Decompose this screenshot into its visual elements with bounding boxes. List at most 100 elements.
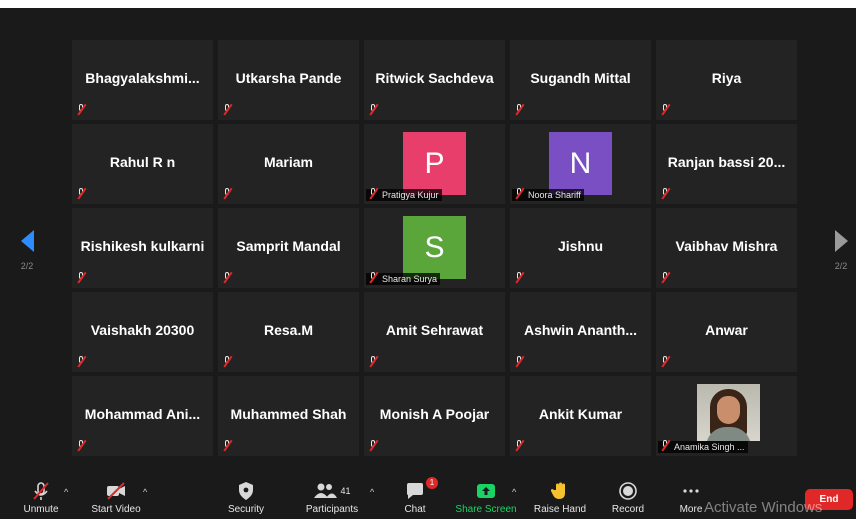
muted-microphone-icon <box>18 481 64 501</box>
participant-tile[interactable]: Mariam <box>218 124 359 204</box>
next-page-button[interactable]: 2/2 <box>826 230 856 271</box>
chevron-left-icon <box>20 230 34 252</box>
record-label: Record <box>611 504 645 515</box>
security-button[interactable]: Security <box>224 481 268 515</box>
participants-count: 41 <box>340 486 351 496</box>
raise-hand-icon <box>532 481 588 501</box>
participants-icon-group: 41 <box>300 481 364 501</box>
muted-mic-icon <box>222 188 233 199</box>
participant-tile[interactable]: Anwar <box>656 292 797 372</box>
shield-icon <box>224 481 268 501</box>
participant-name: Ranjan bassi 20... <box>667 154 786 170</box>
muted-mic-icon <box>660 272 671 283</box>
participant-name: Ritwick Sachdeva <box>375 70 494 86</box>
participant-tile[interactable]: Vaibhav Mishra <box>656 208 797 288</box>
participant-tile[interactable]: N Noora Shariff <box>510 124 651 204</box>
raise-hand-label: Raise Hand <box>533 504 587 515</box>
chat-unread-badge: 1 <box>426 477 438 489</box>
unmute-label: Unmute <box>23 504 59 515</box>
participants-options-caret-icon[interactable]: ^ <box>370 487 374 497</box>
participant-tile[interactable]: Ashwin Ananth... <box>510 292 651 372</box>
participant-tile[interactable]: Amit Sehrawat <box>364 292 505 372</box>
avatar: S <box>403 216 466 279</box>
participant-tile[interactable]: P Pratigya Kujur <box>364 124 505 204</box>
previous-page-button[interactable]: 2/2 <box>12 230 42 271</box>
participant-name: Anamika Singh ... <box>674 442 745 452</box>
video-off-icon <box>88 481 144 501</box>
participant-tile[interactable]: Rishikesh kulkarni <box>72 208 213 288</box>
muted-mic-icon <box>222 104 233 115</box>
participant-name: Resa.M <box>263 322 314 338</box>
muted-mic-icon <box>514 356 525 367</box>
video-options-caret-icon[interactable]: ^ <box>143 487 147 497</box>
participant-tile[interactable]: Rahul R n <box>72 124 213 204</box>
participant-tile[interactable]: Sugandh Mittal <box>510 40 651 120</box>
participant-tile[interactable]: Ritwick Sachdeva <box>364 40 505 120</box>
muted-mic-icon <box>514 104 525 115</box>
participant-name-label: Anamika Singh ... <box>658 440 748 453</box>
muted-mic-icon <box>222 440 233 451</box>
participant-name: Jishnu <box>557 238 604 254</box>
audio-options-caret-icon[interactable]: ^ <box>64 487 68 497</box>
participant-tile[interactable]: Riya <box>656 40 797 120</box>
muted-mic-icon <box>76 188 87 199</box>
muted-mic-icon <box>368 356 379 367</box>
avatar: N <box>549 132 612 195</box>
participant-tile[interactable]: Resa.M <box>218 292 359 372</box>
participant-name-label: Noora Shariff <box>512 188 584 201</box>
participant-name: Riya <box>711 70 742 86</box>
unmute-button[interactable]: Unmute <box>18 481 64 515</box>
participant-name: Rahul R n <box>109 154 176 170</box>
muted-mic-icon <box>514 188 525 199</box>
participant-name: Rishikesh kulkarni <box>80 238 205 254</box>
participant-tile[interactable]: Monish A Poojar <box>364 376 505 456</box>
more-label: More <box>679 504 703 515</box>
activate-windows-watermark: Activate Windows <box>704 499 823 516</box>
participant-tile[interactable]: Ranjan bassi 20... <box>656 124 797 204</box>
window-top-bar <box>0 0 856 8</box>
share-screen-button[interactable]: Share Screen <box>454 481 518 515</box>
participant-tile[interactable]: S Sharan Surya <box>364 208 505 288</box>
muted-mic-icon <box>76 104 87 115</box>
participant-name: Utkarsha Pande <box>235 70 342 86</box>
chat-label: Chat <box>404 504 426 515</box>
muted-mic-icon <box>76 440 87 451</box>
participant-tile[interactable]: Anamika Singh ... <box>656 376 797 456</box>
participant-tile[interactable]: Bhagyalakshmi... <box>72 40 213 120</box>
participant-name-label: Pratigya Kujur <box>366 188 442 201</box>
record-button[interactable]: Record <box>608 481 648 515</box>
participants-icon <box>314 483 338 498</box>
muted-mic-icon <box>368 272 379 283</box>
participants-button[interactable]: 41 Participants <box>300 481 364 515</box>
participant-tile[interactable]: Muhammed Shah <box>218 376 359 456</box>
participant-grid: Bhagyalakshmi... Utkarsha Pande Ritwick … <box>72 40 797 456</box>
participant-tile[interactable]: Ankit Kumar <box>510 376 651 456</box>
more-button[interactable]: More <box>674 481 708 515</box>
participant-tile[interactable]: Jishnu <box>510 208 651 288</box>
muted-mic-icon <box>76 272 87 283</box>
page-indicator-left: 2/2 <box>20 261 34 271</box>
muted-mic-icon <box>660 356 671 367</box>
page-indicator-right: 2/2 <box>834 261 848 271</box>
muted-mic-icon <box>368 440 379 451</box>
start-video-button[interactable]: Start Video <box>88 481 144 515</box>
participant-tile[interactable]: Samprit Mandal <box>218 208 359 288</box>
participant-tile[interactable]: Utkarsha Pande <box>218 40 359 120</box>
participant-tile[interactable]: Vaishakh 20300 <box>72 292 213 372</box>
participant-name: Anwar <box>705 322 748 338</box>
share-options-caret-icon[interactable]: ^ <box>512 487 516 497</box>
muted-mic-icon <box>222 272 233 283</box>
raise-hand-button[interactable]: Raise Hand <box>532 481 588 515</box>
participant-name: Amit Sehrawat <box>385 322 484 338</box>
chevron-right-icon <box>834 230 848 252</box>
muted-mic-icon <box>660 440 671 451</box>
chat-button[interactable]: 1 Chat <box>398 477 438 515</box>
start-video-label: Start Video <box>91 504 141 515</box>
muted-mic-icon <box>76 356 87 367</box>
profile-photo <box>697 384 760 441</box>
participant-tile[interactable]: Mohammad Ani... <box>72 376 213 456</box>
muted-mic-icon <box>514 272 525 283</box>
participant-name: Ankit Kumar <box>538 406 623 422</box>
participant-name: Sharan Surya <box>382 274 438 284</box>
muted-mic-icon <box>660 188 671 199</box>
